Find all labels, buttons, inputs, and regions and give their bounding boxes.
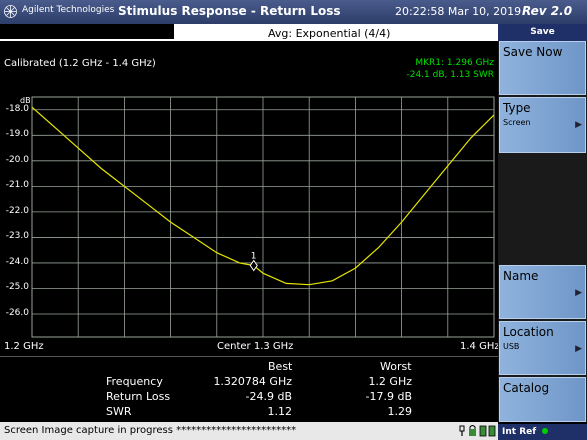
catalog-button[interactable]: Catalog [499, 377, 586, 422]
chevron-right-icon: ▶ [575, 120, 582, 130]
result-best-value: -24.9 dB [245, 390, 293, 403]
x-axis-stop: 1.4 GHz [460, 341, 500, 352]
location-button[interactable]: Location USB ▶ [499, 321, 586, 375]
save-now-button[interactable]: Save Now [499, 41, 586, 95]
marker-diamond-icon [249, 259, 258, 272]
name-button[interactable]: Name ▶ [499, 265, 586, 319]
x-axis-start: 1.2 GHz [4, 341, 44, 352]
type-button[interactable]: Type Screen ▶ [499, 97, 586, 153]
result-row-label: SWR [106, 405, 132, 418]
chevron-right-icon: ▶ [575, 344, 582, 354]
column-header-worst: Worst [380, 360, 412, 373]
status-message: Screen Image capture in progress *******… [4, 425, 297, 436]
result-worst-value: 1.29 [387, 405, 413, 418]
location-value: USB [503, 342, 520, 351]
type-label: Type [503, 101, 531, 115]
result-best-value: 1.12 [267, 405, 293, 418]
x-axis-center: Center 1.3 GHz [217, 341, 294, 352]
softkey-menu-title: Save [498, 24, 587, 41]
reference-status: Int Ref [498, 424, 587, 440]
result-row-label: Return Loss [106, 390, 171, 403]
result-worst-value: -17.9 dB [365, 390, 413, 403]
catalog-label: Catalog [503, 381, 550, 395]
status-icons [458, 424, 496, 440]
firmware-revision: Rev 2.0 [522, 4, 573, 18]
chevron-right-icon: ▶ [575, 288, 582, 298]
result-best-value: 1.320784 GHz [213, 375, 292, 388]
save-now-label: Save Now [503, 45, 563, 59]
lock-icon [469, 425, 476, 436]
return-loss-chart[interactable]: 1 [0, 0, 498, 356]
marker-label: 1 [251, 252, 257, 262]
location-label: Location [503, 325, 554, 339]
status-led-icon [542, 428, 549, 434]
name-label: Name [503, 269, 539, 283]
type-value: Screen [503, 118, 531, 127]
usb-icon [459, 425, 465, 436]
battery-icon [479, 425, 496, 437]
reference-label: Int Ref [502, 427, 537, 437]
result-row-label: Frequency [106, 375, 163, 388]
column-header-best: Best [268, 360, 293, 373]
result-worst-value: 1.2 GHz [368, 375, 412, 388]
